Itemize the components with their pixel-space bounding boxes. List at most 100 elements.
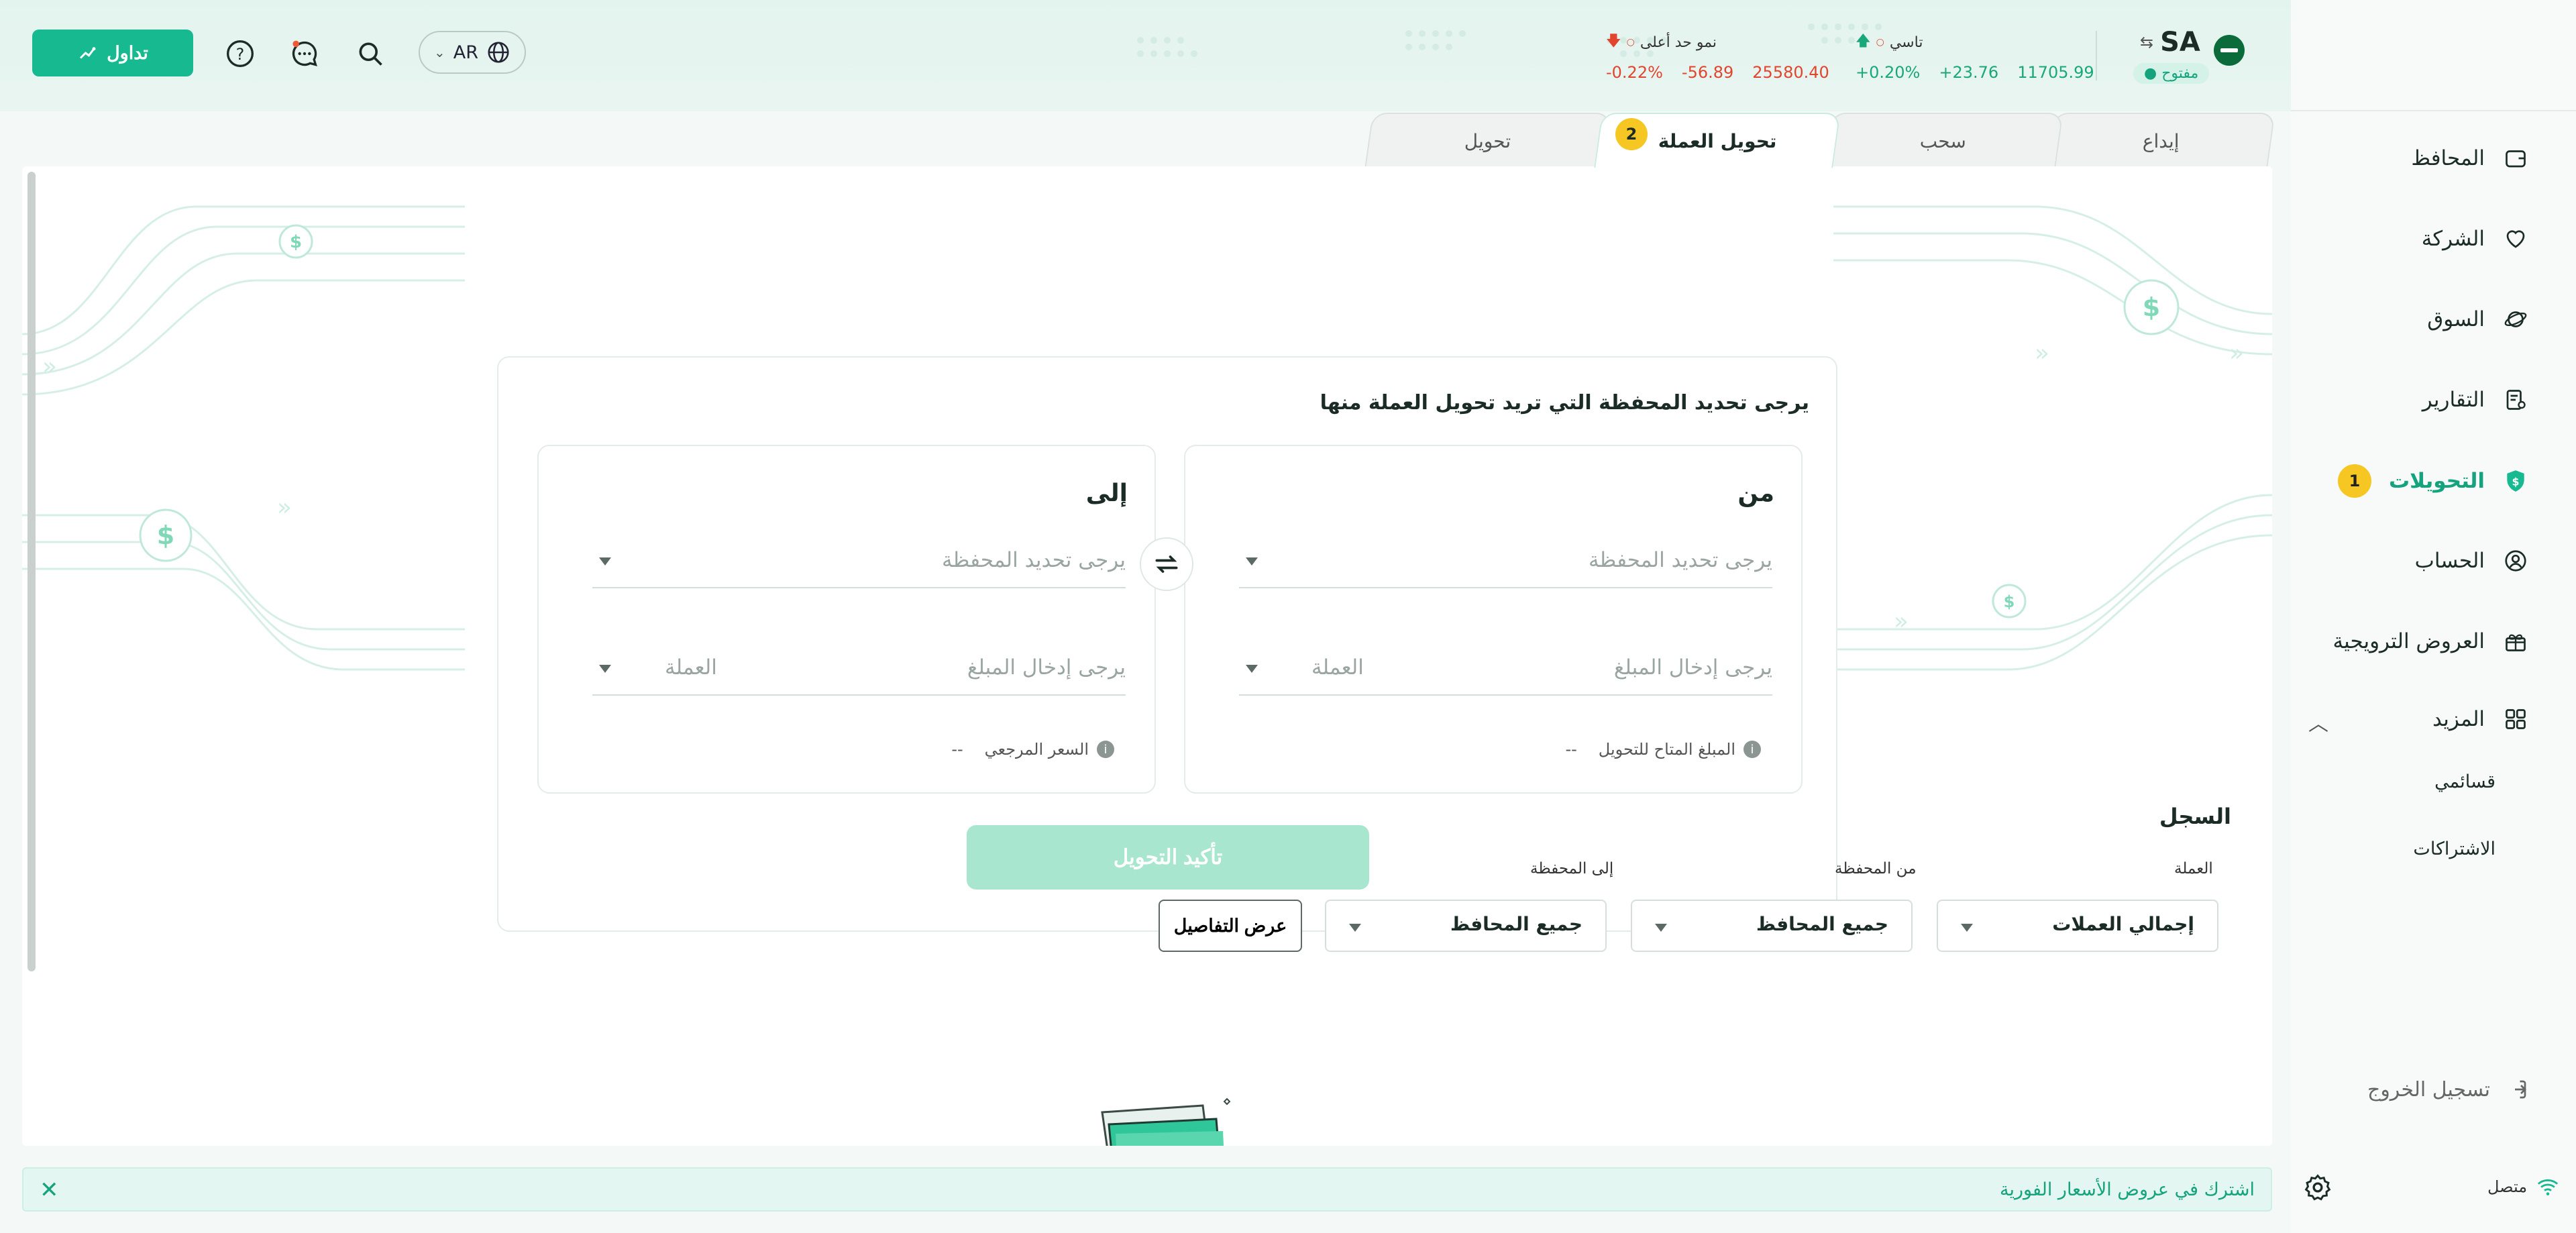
trade-button[interactable]: تداول [32,30,193,76]
closed-dot-icon: ○ [1626,37,1635,48]
confirm-conversion-button[interactable]: تأكيد التحويل [967,825,1369,890]
sidebar-item-market[interactable]: السوق [2427,306,2529,333]
tab-deposit[interactable]: إيداع [2046,113,2275,168]
banner-text[interactable]: اشترك في عروض الأسعار الفورية [2000,1179,2255,1200]
to-info-label: السعر المرجعي [984,740,1089,759]
from-currency-select[interactable]: العملة [1311,655,1364,680]
report-icon [2502,386,2529,413]
sidebar-item-label: العروض الترويجية [2332,629,2485,653]
market-code: SA [2160,27,2200,58]
logout-button[interactable]: تسجيل الخروج [2367,1077,2529,1102]
ticker-growth[interactable]: نمو حد أعلى ○ 🡇 -0.22% -56.89 25580.40 [1606,30,1829,82]
logout-label: تسجيل الخروج [2367,1077,2490,1102]
sidebar-item-label: التحويلات [2388,469,2485,493]
history-to-wallet-select[interactable]: جميع المحافظ [1325,900,1607,952]
history-from-wallet-select[interactable]: جميع المحافظ [1631,900,1913,952]
to-amount-input[interactable]: يرجى إدخال المبلغ العملة [592,647,1126,696]
sidebar-item-reports[interactable]: التقارير [2422,386,2529,413]
trade-label: تداول [107,42,148,63]
language-switch[interactable]: ⌄ AR [419,31,526,74]
top-header: تداول ? ⌄ AR نمو حد أعلى ○ 🡇 -0.22% -56.… [0,0,2536,111]
from-available-info: i المبلغ المتاح للتحويل -- [1565,740,1761,759]
sidebar-item-label: الشركة [2421,227,2485,251]
sidebar-subitem-vouchers[interactable]: قسائمي [2434,771,2496,792]
from-wallet-select[interactable]: يرجى تحديد المحفظة [1239,540,1772,588]
chat-icon[interactable] [286,35,323,72]
ticker-tasi-change: +23.76 [1939,63,1999,82]
live-quotes-banner[interactable]: اشترك في عروض الأسعار الفورية ✕ [22,1167,2272,1212]
from-wallet-placeholder: يرجى تحديد المحفظة [1589,548,1772,572]
sidebar-item-wallets[interactable]: المحافظ [2411,145,2529,172]
svg-text:?: ? [236,45,245,64]
to-amount-placeholder: يرجى إدخال المبلغ [967,655,1126,680]
to-title: إلى [1085,480,1128,507]
ticker-tasi[interactable]: تاسي ○ 🡅 +0.20% +23.76 11705.99 [1856,30,2094,82]
history-currency-label: العملة [2174,860,2213,877]
sidebar-subitem-subscriptions[interactable]: الاشتراكات [2413,839,2496,859]
history-to-value: جميع المحافظ [1450,913,1582,935]
sidebar-item-label: الحساب [2414,549,2485,573]
tab-withdraw-label: سحب [1920,129,1967,152]
sidebar-item-account[interactable]: الحساب [2415,547,2529,574]
sidebar-item-promotions[interactable]: العروض الترويجية [2332,628,2529,655]
from-amount-input[interactable]: يرجى إدخال المبلغ العملة [1239,647,1772,696]
language-label: AR [453,42,478,63]
from-panel: من يرجى تحديد المحفظة يرجى إدخال المبلغ … [1184,445,1803,794]
ticker-growth-change: -56.89 [1681,63,1734,82]
to-info-value: -- [951,740,963,759]
gear-icon[interactable] [2303,1173,2332,1202]
connection-status: متصل [2487,1175,2559,1198]
chevron-down-icon [599,665,611,673]
to-wallet-placeholder: يرجى تحديد المحفظة [942,548,1126,572]
view-details-button[interactable]: عرض التفاصيل [1159,900,1302,952]
close-icon[interactable]: ✕ [40,1177,59,1203]
help-icon[interactable]: ? [221,35,259,72]
ticker-tasi-pct: +0.20% [1856,63,1921,82]
swap-small-icon: ⇆ [2140,33,2154,52]
ticker-growth-value: 25580.40 [1752,63,1829,82]
tab-transfer[interactable]: تحويل [1364,113,1611,168]
sidebar-item-transfers[interactable]: $ التحويلات 1 [2337,464,2529,498]
swap-direction-button[interactable] [1140,537,1193,591]
svg-text:»: » [1894,608,1909,635]
sidebar-item-company[interactable]: الشركة [2422,225,2529,252]
history-title: السجل [2159,804,2231,829]
tab-currency-conversion-label: تحويل العملة [1658,129,1777,152]
history-currency-value: إجمالي العملات [2052,913,2194,935]
to-currency-select[interactable]: العملة [665,655,717,680]
app-root: تداول ? ⌄ AR نمو حد أعلى ○ 🡇 -0.22% -56.… [0,0,2576,1233]
saudi-flag-icon [2214,35,2245,66]
main-content: $ $ $ $ » » » » » يرجى تحديد المحفظة التي تريد … [22,166,2272,1146]
ticker-growth-name: نمو حد أعلى [1640,34,1717,51]
from-amount-placeholder: يرجى إدخال المبلغ [1613,655,1772,680]
history-currency-select[interactable]: إجمالي العملات [1937,900,2218,952]
transfer-shield-icon: $ [2502,468,2529,494]
sidebar-divider [2291,110,2576,111]
history-from-value: جميع المحافظ [1756,913,1888,935]
tab-badge: 2 [1615,118,1648,150]
to-wallet-select[interactable]: يرجى تحديد المحفظة [592,540,1126,588]
market-status-badge: مفتوح ● [2133,63,2210,84]
to-panel: إلى يرجى تحديد المحفظة يرجى إدخال المبلغ… [537,445,1156,794]
chevron-down-icon [1246,665,1258,673]
empty-folder-illustration [1101,1097,1231,1146]
market-selector[interactable]: ⇆ SA مفتوح ● [2133,27,2254,87]
ticker-growth-pct: -0.22% [1606,63,1663,82]
search-icon[interactable] [352,35,389,72]
chevron-down-icon [1655,924,1667,932]
svg-text:$: $ [290,232,302,252]
vertical-scrollbar[interactable] [28,172,36,971]
from-info-value: -- [1565,740,1577,759]
sidebar-item-more[interactable]: المزيد [2432,706,2529,733]
header-divider [2096,31,2097,81]
sidebar: المحافظ الشركة السوق التقارير $ التحويلا… [2291,0,2576,1233]
chevron-up-icon[interactable]: ︿ [2308,707,2328,737]
wallet-icon [2502,145,2529,172]
history-to-label: إلى المحفظة [1530,860,1614,877]
tab-deposit-label: إيداع [2142,129,2180,152]
to-reference-info: i السعر المرجعي -- [951,740,1114,759]
transfers-badge: 1 [2337,464,2371,498]
tab-withdraw[interactable]: سحب [1823,113,2063,168]
sidebar-item-label: السوق [2427,307,2485,331]
user-circle-icon [2502,547,2529,574]
